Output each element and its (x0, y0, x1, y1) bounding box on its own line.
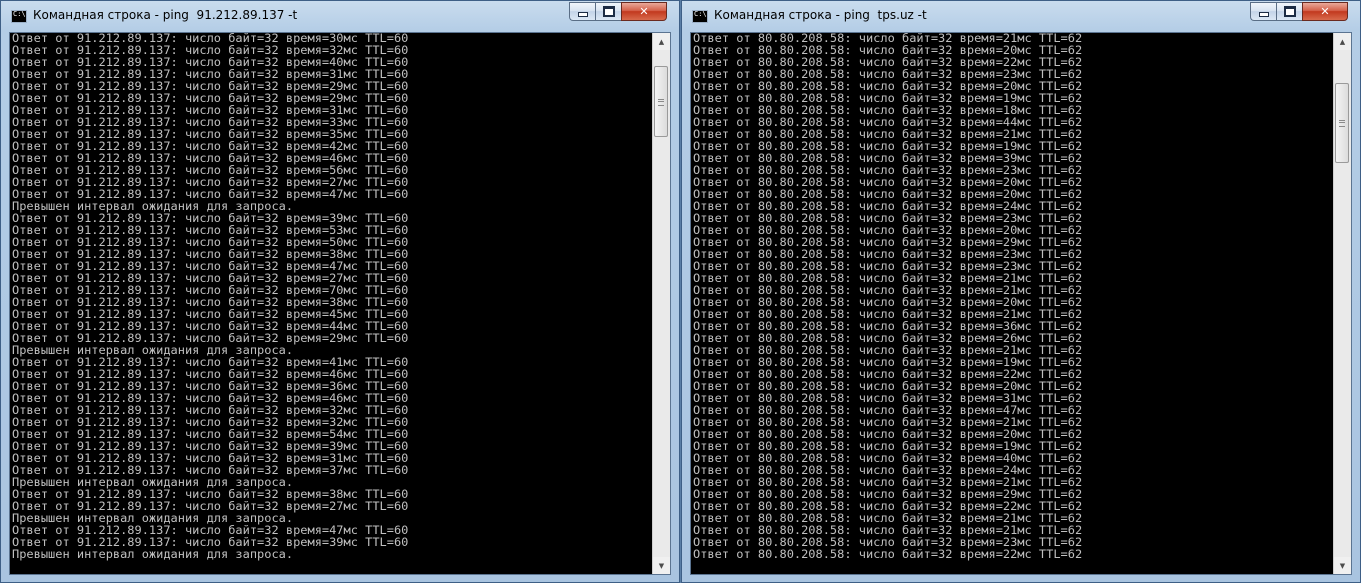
scroll-down-arrow-icon: ▼ (658, 561, 665, 570)
caption-buttons: ✕ (1250, 2, 1348, 22)
maximize-button[interactable] (595, 2, 621, 21)
console-area[interactable]: Ответ от 80.80.208.58: число байт=32 вре… (690, 32, 1352, 575)
cmd-window-left[interactable]: Командная строка - ping 91.212.89.137 -t… (0, 0, 680, 583)
scroll-down-button[interactable]: ▼ (653, 557, 670, 574)
minimize-button[interactable] (1250, 2, 1276, 21)
console-area[interactable]: Ответ от 91.212.89.137: число байт=32 вр… (9, 32, 671, 575)
cmd-icon[interactable] (692, 10, 708, 23)
scroll-down-button[interactable]: ▼ (1334, 557, 1351, 574)
window-title: Командная строка - ping tps.uz -t (714, 8, 927, 22)
cmd-icon[interactable] (11, 10, 27, 23)
scrollbar-thumb[interactable] (654, 66, 668, 137)
cmd-window-right[interactable]: Командная строка - ping tps.uz -t ✕ Отве… (681, 0, 1361, 583)
close-icon: ✕ (1320, 5, 1330, 18)
console-output[interactable]: Ответ от 80.80.208.58: число байт=32 вре… (693, 33, 1334, 574)
maximize-button[interactable] (1276, 2, 1302, 21)
scroll-up-arrow-icon: ▲ (1339, 37, 1346, 46)
console-line: Превышен интервал ожидания для запроса. (12, 548, 294, 561)
caption-buttons: ✕ (569, 2, 667, 22)
window-title: Командная строка - ping 91.212.89.137 -t (33, 8, 298, 22)
minimize-icon (577, 12, 588, 17)
vertical-scrollbar[interactable]: ▲ ▼ (652, 33, 670, 574)
console-line: Ответ от 80.80.208.58: число байт=32 вре… (693, 548, 1083, 561)
minimize-icon (1258, 12, 1269, 17)
vertical-scrollbar[interactable]: ▲ ▼ (1333, 33, 1351, 574)
console-output[interactable]: Ответ от 91.212.89.137: число байт=32 вр… (12, 33, 653, 574)
scroll-up-button[interactable]: ▲ (653, 33, 670, 50)
maximize-icon (1283, 6, 1296, 17)
title-bar[interactable]: Командная строка - ping 91.212.89.137 -t… (1, 1, 679, 31)
close-icon: ✕ (639, 5, 649, 18)
maximize-icon (602, 6, 615, 17)
close-button[interactable]: ✕ (621, 2, 667, 21)
scroll-up-button[interactable]: ▲ (1334, 33, 1351, 50)
scroll-down-arrow-icon: ▼ (1339, 561, 1346, 570)
scrollbar-thumb[interactable] (1335, 83, 1349, 163)
minimize-button[interactable] (569, 2, 595, 21)
close-button[interactable]: ✕ (1302, 2, 1348, 21)
title-bar[interactable]: Командная строка - ping tps.uz -t ✕ (682, 1, 1360, 31)
scroll-up-arrow-icon: ▲ (658, 37, 665, 46)
